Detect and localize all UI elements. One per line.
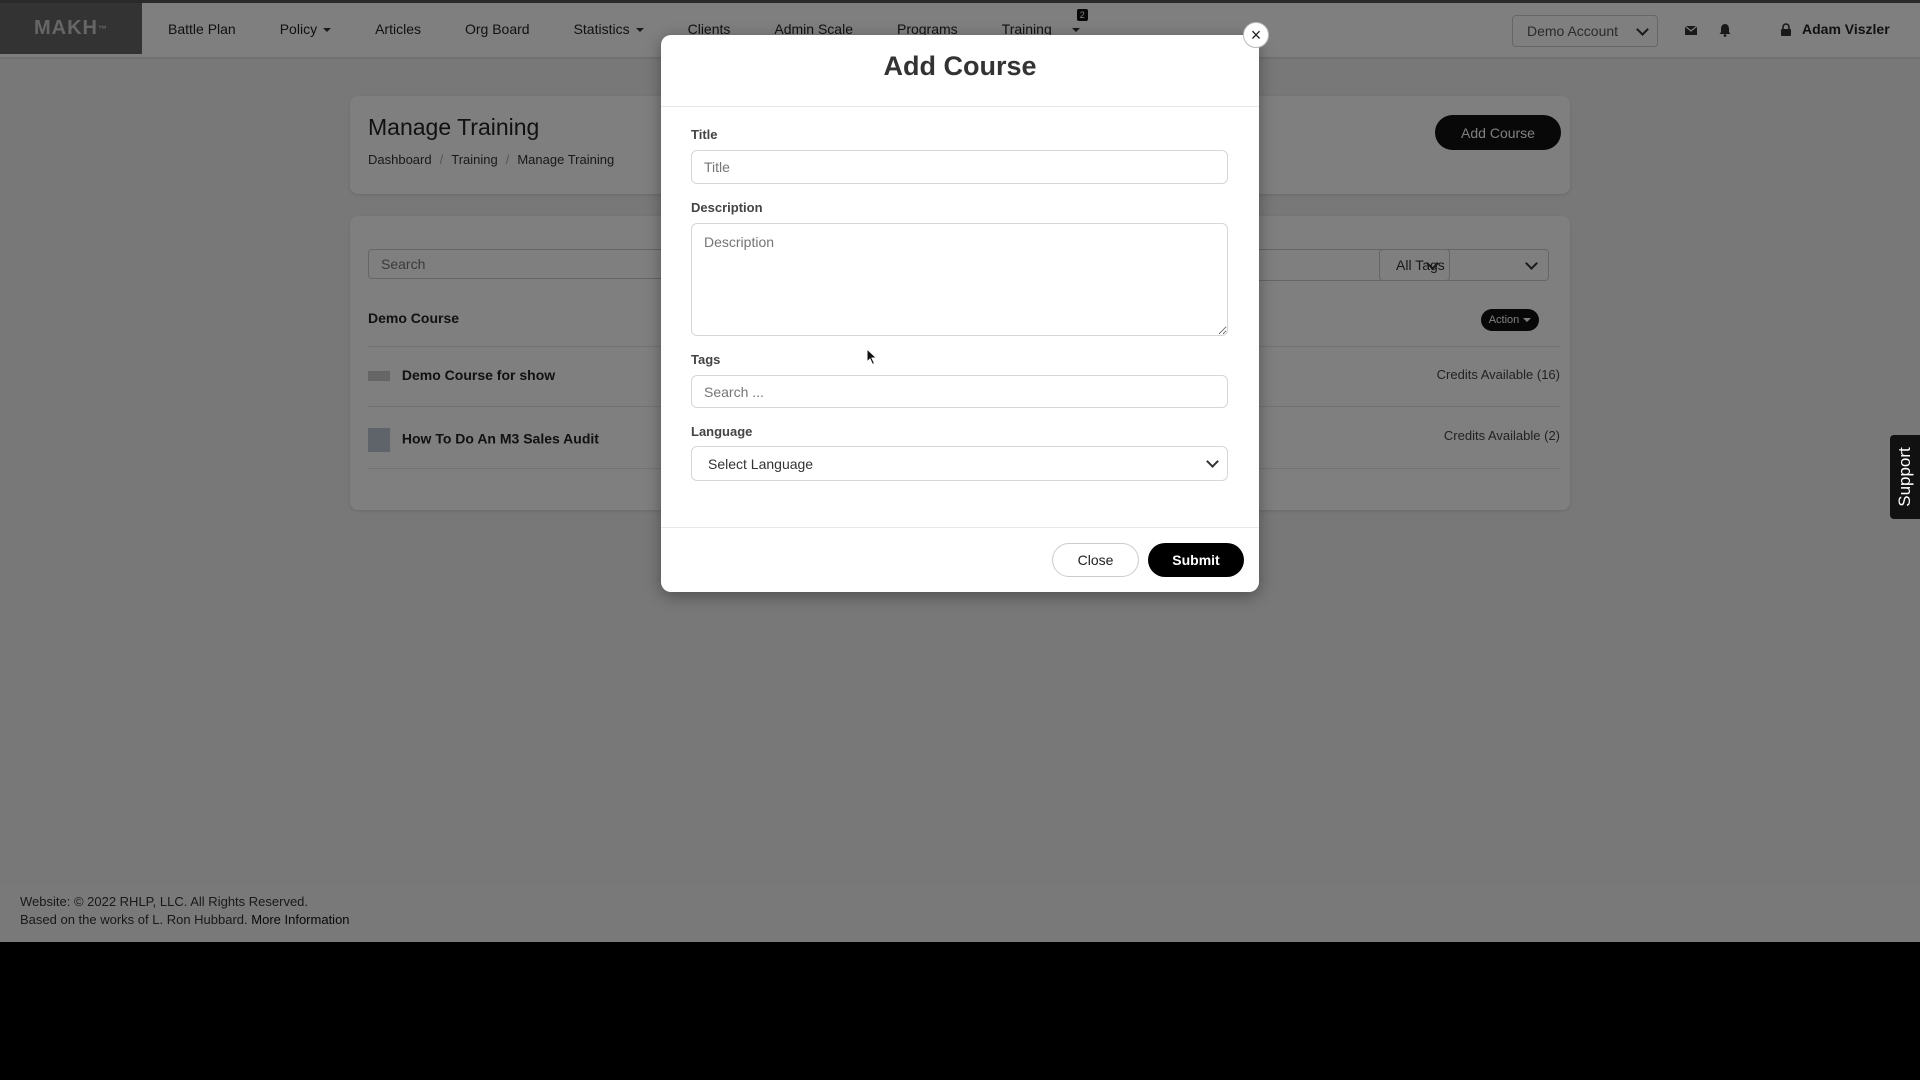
- modal-title: Add Course: [883, 51, 1037, 81]
- language-label: Language: [691, 424, 753, 439]
- title-label: Title: [691, 127, 718, 142]
- language-select[interactable]: Select Language: [691, 446, 1228, 481]
- title-input[interactable]: [691, 150, 1228, 184]
- close-button[interactable]: Close: [1052, 543, 1139, 577]
- support-label: Support: [1895, 447, 1915, 507]
- mouse-cursor-icon: [866, 348, 878, 366]
- modal-footer-divider: [661, 527, 1259, 528]
- tags-label: Tags: [691, 352, 721, 367]
- close-icon[interactable]: ×: [1243, 22, 1269, 48]
- language-selected-value: Select Language: [708, 455, 814, 472]
- support-tab[interactable]: Support: [1890, 435, 1920, 519]
- submit-button[interactable]: Submit: [1148, 543, 1244, 577]
- description-textarea[interactable]: [691, 223, 1228, 336]
- chevron-down-icon: [1206, 455, 1219, 468]
- modal-header-divider: [661, 106, 1259, 107]
- description-label: Description: [691, 200, 763, 215]
- tags-search-input[interactable]: [691, 375, 1228, 408]
- app-window: MAKH™ Battle Plan Policy Articles Org Bo…: [0, 0, 1920, 942]
- add-course-modal: Add Course Title Description Tags Langua…: [661, 35, 1259, 592]
